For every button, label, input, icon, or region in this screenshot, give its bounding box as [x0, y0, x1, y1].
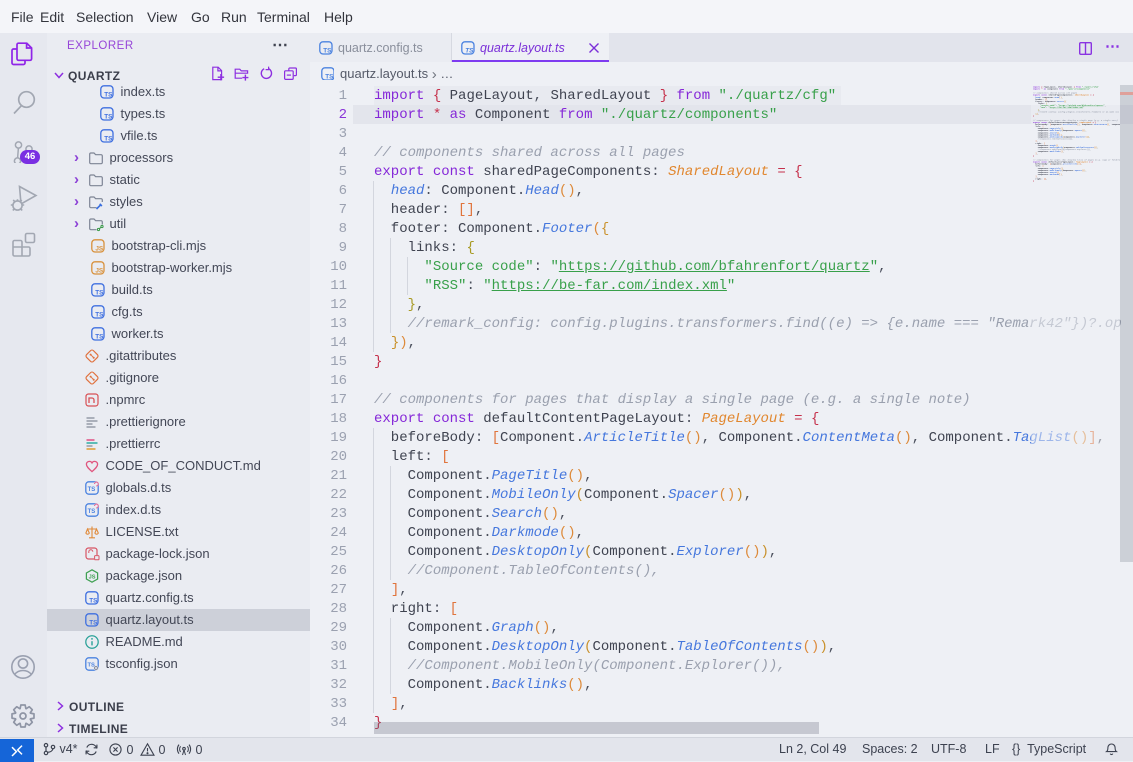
svg-text:TS: TS	[88, 509, 96, 515]
svg-text:TS: TS	[95, 333, 104, 340]
svg-text:TS: TS	[89, 619, 98, 626]
svg-text:TS: TS	[95, 289, 104, 296]
svg-text:TS: TS	[104, 91, 113, 98]
svg-text:TS: TS	[88, 487, 96, 493]
svg-text:TS: TS	[89, 597, 98, 604]
svg-text:TS: TS	[323, 47, 332, 54]
svg-text:TS: TS	[95, 311, 104, 318]
svg-text:TS: TS	[104, 135, 113, 142]
svg-text:JS: JS	[95, 267, 104, 274]
svg-text:TS: TS	[325, 73, 334, 80]
svg-text:TS: TS	[465, 47, 474, 54]
svg-text:JS: JS	[95, 245, 104, 252]
svg-text:TS: TS	[104, 113, 113, 120]
svg-text:JS: JS	[89, 575, 96, 581]
